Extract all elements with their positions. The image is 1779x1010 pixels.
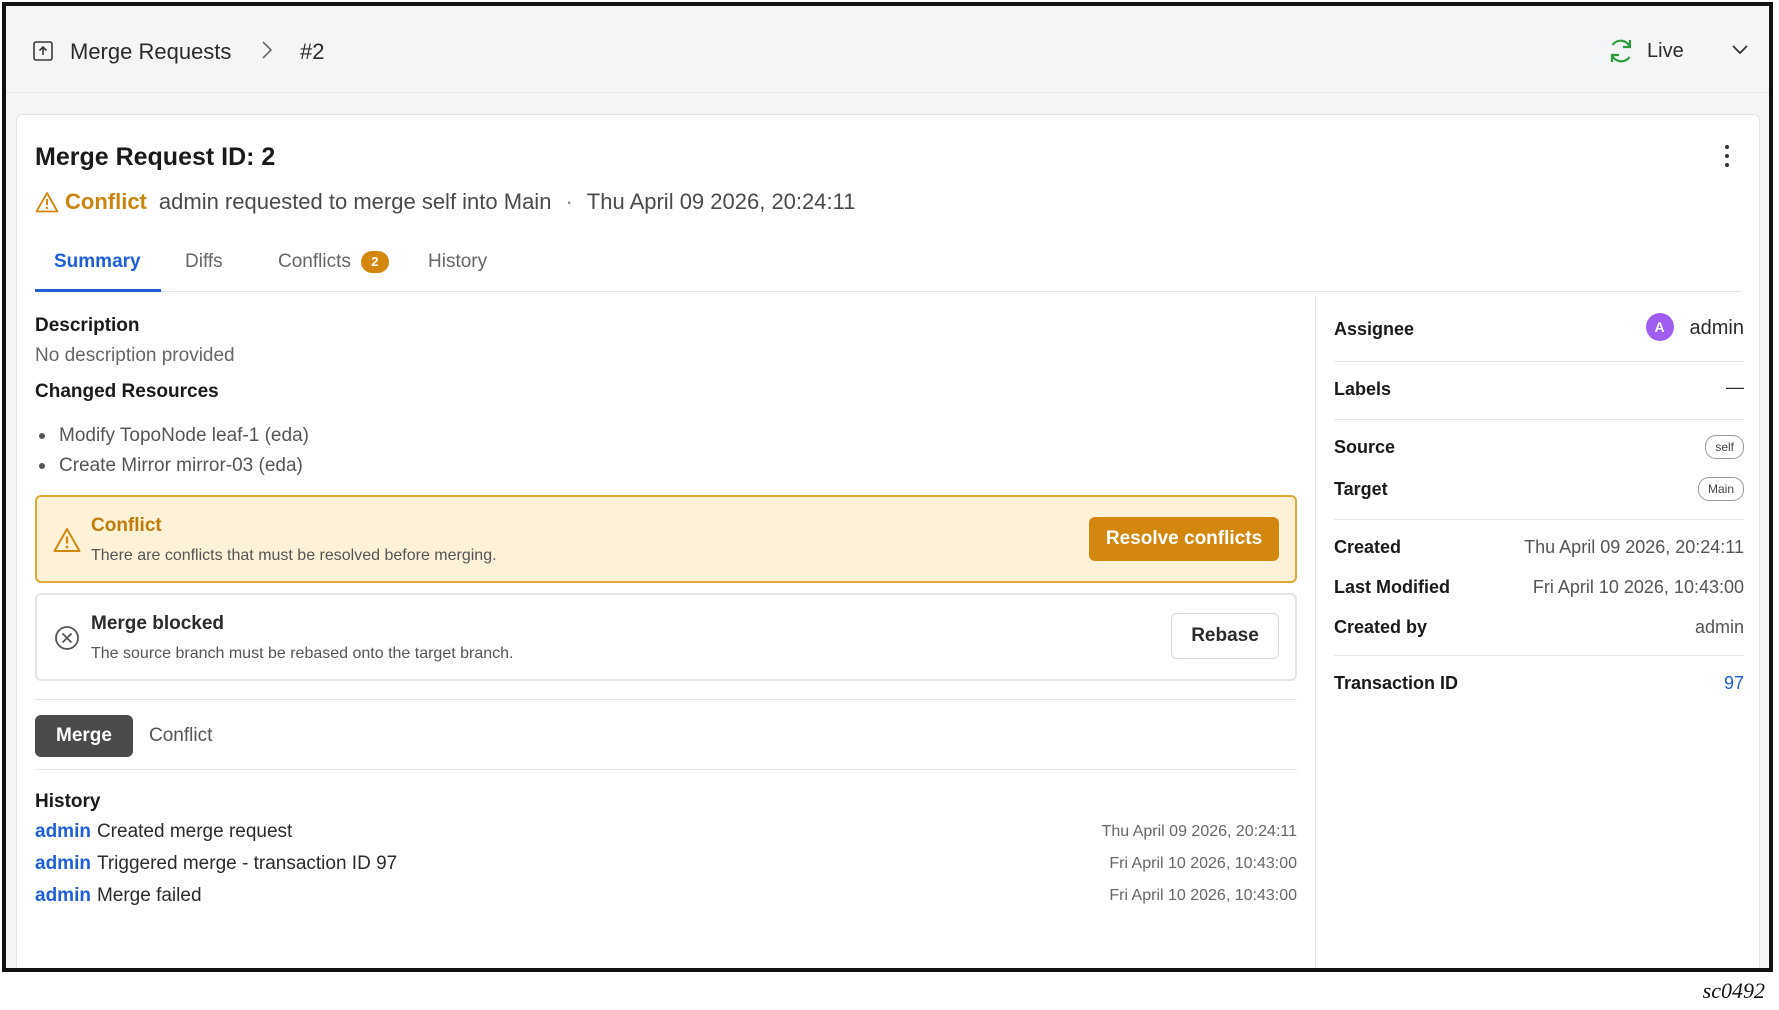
top-bar: Merge Requests #2 Live (6, 6, 1769, 93)
merge-blocked-title: Merge blocked (91, 613, 225, 634)
history-row: admin Merge failed Fri April 10 2026, 10:… (35, 885, 1297, 915)
target-label: Target (1334, 479, 1388, 499)
tab-conflicts-label: Conflicts (278, 251, 351, 272)
source-label: Source (1334, 437, 1396, 457)
last-modified-value: Fri April 10 2026, 10:43:00 (1532, 577, 1744, 597)
created-by-value: admin (1694, 617, 1744, 637)
resource-label: Modify TopoNode leaf-1 (eda) (59, 425, 309, 446)
history-action: Created merge request (96, 821, 293, 842)
conflict-alert-text: There are conflicts that must be resolve… (91, 547, 497, 564)
divider (1334, 419, 1744, 420)
figure-code: sc0492 (1702, 978, 1765, 1003)
tab-history[interactable]: History (428, 251, 487, 273)
labels-label: Labels (1334, 379, 1392, 399)
page-title: Merge Request ID: 2 (35, 143, 276, 171)
app-window: Merge Requests #2 Live Merge Request ID:… (2, 2, 1773, 972)
transaction-id-label: Transaction ID (1334, 673, 1459, 693)
history-date: Fri April 10 2026, 10:43:00 (1109, 855, 1297, 872)
live-status-label[interactable]: Live (1647, 40, 1684, 63)
divider (35, 699, 1297, 700)
rebase-button[interactable]: Rebase (1171, 613, 1279, 659)
summary-panel: Description No description provided Chan… (35, 297, 1297, 967)
changed-resources-heading: Changed Resources (35, 381, 219, 402)
resolve-conflicts-button[interactable]: Resolve conflicts (1089, 517, 1279, 561)
tab-conflicts[interactable]: Conflicts 2 (278, 251, 389, 273)
history-row: admin Created merge request Thu April 09 … (35, 821, 1297, 851)
created-label: Created (1334, 537, 1402, 557)
conflicts-count-badge: 2 (360, 251, 389, 273)
resource-label: Create Mirror mirror-03 (eda) (59, 455, 303, 476)
divider (35, 769, 1297, 770)
tab-active-indicator (35, 289, 161, 292)
breadcrumb-current: #2 (300, 39, 325, 64)
conflict-alert: Conflict There are conflicts that must b… (35, 495, 1297, 583)
history-user-link[interactable]: admin (35, 853, 91, 874)
source-value: self (1705, 435, 1744, 459)
segment-merge-button[interactable]: Merge (35, 715, 133, 757)
divider (1334, 655, 1744, 656)
divider (1334, 519, 1744, 520)
bullet (39, 433, 45, 439)
warning-icon (53, 528, 81, 552)
list-item: Modify TopoNode leaf-1 (eda) (35, 421, 309, 451)
status-date: Thu April 09 2026, 20:24:11 (586, 189, 856, 214)
merge-blocked-alert: Merge blocked The source branch must be … (35, 593, 1297, 681)
history-action: Triggered merge - transaction ID 97 (96, 853, 398, 874)
status-description: admin requested to merge self into Main (158, 189, 552, 214)
close-circle-icon (55, 626, 79, 650)
transaction-id-link[interactable]: 97 (1724, 673, 1744, 694)
avatar: A (1645, 313, 1674, 341)
changed-resources-list: Modify TopoNode leaf-1 (eda) Create Mirr… (35, 421, 309, 481)
merge-blocked-text: The source branch must be rebased onto t… (91, 645, 514, 662)
tab-summary[interactable]: Summary (54, 251, 141, 273)
history-date: Fri April 10 2026, 10:43:00 (1109, 887, 1297, 904)
description-text: No description provided (35, 345, 235, 366)
conflict-alert-title: Conflict (91, 515, 162, 536)
history-action: Merge failed (96, 885, 202, 906)
status-row: Conflict admin requested to merge self i… (35, 189, 855, 215)
chevron-down-icon[interactable] (1730, 42, 1750, 58)
source-branch-chip: self (1705, 435, 1744, 459)
list-item: Create Mirror mirror-03 (eda) (35, 451, 309, 481)
sync-icon (1610, 39, 1632, 63)
last-modified-label: Last Modified (1334, 577, 1450, 597)
warning-icon (35, 192, 59, 213)
more-options-icon[interactable] (1722, 143, 1732, 169)
status-separator: · (565, 189, 573, 214)
tab-diffs[interactable]: Diffs (185, 251, 223, 273)
history-heading: History (35, 791, 101, 812)
merge-request-card: Merge Request ID: 2 Conflict admin reque… (16, 114, 1760, 968)
history-row: admin Triggered merge - transaction ID 97… (35, 853, 1297, 883)
divider (1334, 361, 1744, 362)
chevron-right-icon (262, 41, 273, 59)
created-by-label: Created by (1334, 617, 1428, 637)
details-sidebar: Assignee Aadmin Labels — Source self Tar… (1315, 297, 1744, 967)
target-branch-chip: Main (1697, 477, 1744, 501)
history-user-link[interactable]: admin (35, 885, 91, 906)
labels-value: — (1726, 377, 1744, 397)
tab-bar: Summary Diffs Conflicts 2 History (35, 247, 1741, 292)
status-badge: Conflict (65, 189, 147, 214)
bullet (39, 463, 45, 469)
description-heading: Description (35, 315, 140, 336)
history-date: Thu April 09 2026, 20:24:11 (1101, 823, 1297, 840)
breadcrumb-merge-requests[interactable]: Merge Requests (70, 39, 231, 65)
history-user-link[interactable]: admin (35, 821, 91, 842)
merge-request-icon (33, 41, 53, 61)
assignee-value[interactable]: Aadmin (1645, 313, 1744, 341)
segment-conflict-button[interactable]: Conflict (149, 725, 212, 747)
assignee-name: admin (1689, 317, 1744, 339)
created-value: Thu April 09 2026, 20:24:11 (1524, 537, 1744, 557)
target-value: Main (1697, 477, 1744, 501)
assignee-label: Assignee (1334, 319, 1415, 339)
